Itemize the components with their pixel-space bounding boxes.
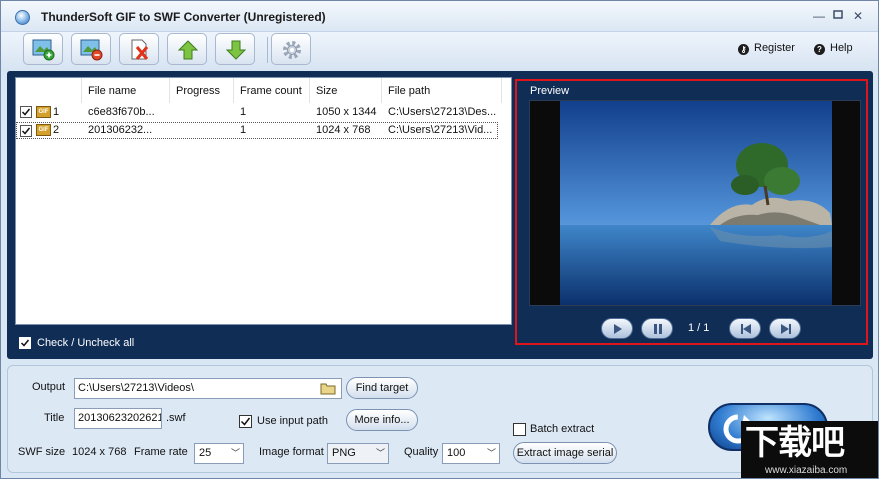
preview-label: Preview xyxy=(530,85,570,97)
use-input-path-checkbox[interactable] xyxy=(239,415,252,428)
minimize-icon[interactable]: — xyxy=(811,9,827,23)
watermark-text: 下载吧 xyxy=(745,423,845,463)
row-checkbox[interactable] xyxy=(20,125,32,137)
row-file-path: C:\Users\27213\Des... xyxy=(388,106,497,118)
remove-file-button[interactable] xyxy=(71,33,111,65)
toolbar: ⚷ Register ? Help xyxy=(1,32,878,72)
register-link[interactable]: ⚷ Register xyxy=(738,42,795,55)
gif-file-icon: GIF xyxy=(36,124,51,136)
output-path-field[interactable]: C:\Users\27213\Videos\ xyxy=(74,378,342,399)
check-all-label: Check / Uncheck all xyxy=(37,337,135,349)
row-checkbox[interactable] xyxy=(20,106,32,118)
gear-icon xyxy=(283,41,301,59)
table-row[interactable]: GIF 2 201306232... 1 1024 x 768 C:\Users… xyxy=(16,122,498,139)
title-label: Title xyxy=(44,412,65,424)
image-format-value: PNG xyxy=(332,447,356,459)
file-list[interactable]: File name Progress Frame count Size File… xyxy=(15,77,512,325)
help-link[interactable]: ? Help xyxy=(814,42,853,55)
add-file-button[interactable] xyxy=(23,33,63,65)
quality-select[interactable]: 100 ﹀ xyxy=(442,443,500,464)
more-info-button[interactable]: More info... xyxy=(346,409,418,431)
batch-extract-checkbox[interactable] xyxy=(513,423,526,436)
image-format-label: Image format xyxy=(259,446,324,458)
use-input-path-label: Use input path xyxy=(257,415,328,427)
title-bar: ThunderSoft GIF to SWF Converter (Unregi… xyxy=(1,1,878,32)
next-frame-button[interactable] xyxy=(769,318,801,339)
move-down-icon xyxy=(225,40,247,60)
clear-list-icon xyxy=(131,39,149,60)
extract-image-serial-button[interactable]: Extract image serial xyxy=(513,442,617,464)
help-label: Help xyxy=(830,42,853,54)
play-icon xyxy=(614,324,622,334)
app-icon xyxy=(15,10,30,25)
frame-rate-value: 25 xyxy=(199,447,212,459)
row-file-name: c6e83f670b... xyxy=(88,106,155,118)
play-button[interactable] xyxy=(601,318,633,339)
preview-image xyxy=(529,100,861,306)
close-icon[interactable]: ✕ xyxy=(850,9,866,23)
row-file-name: 201306232... xyxy=(88,124,153,136)
check-all-checkbox[interactable] xyxy=(19,337,31,349)
column-header-file-path[interactable]: File path xyxy=(382,78,502,103)
app-window: ThunderSoft GIF to SWF Converter (Unregi… xyxy=(0,0,879,479)
find-target-button[interactable]: Find target xyxy=(346,377,418,399)
previous-frame-icon xyxy=(741,324,751,334)
quality-label: Quality xyxy=(404,446,439,458)
row-file-path: C:\Users\27213\Vid... xyxy=(388,124,493,136)
preview-panel: Preview 1 / 1 xyxy=(515,79,868,345)
clear-list-button[interactable] xyxy=(119,33,159,65)
remove-image-icon xyxy=(80,39,103,61)
swf-size-label: SWF size xyxy=(18,446,66,458)
table-row[interactable]: GIF 1 c6e83f670b... 1 1050 x 1344 C:\Use… xyxy=(16,104,498,121)
row-index: 1 xyxy=(53,106,60,118)
folder-icon[interactable] xyxy=(320,381,336,395)
column-header-progress[interactable]: Progress xyxy=(170,78,234,103)
previous-frame-button[interactable] xyxy=(729,318,761,339)
chevron-down-icon: ﹀ xyxy=(375,448,385,458)
move-up-icon xyxy=(177,40,199,60)
key-icon: ⚷ xyxy=(738,44,749,55)
chevron-down-icon: ﹀ xyxy=(486,448,496,458)
title-extension: .swf xyxy=(166,412,186,424)
row-frame-count: 1 xyxy=(240,124,247,136)
row-frame-count: 1 xyxy=(240,106,247,118)
toolbar-separator xyxy=(267,37,268,63)
watermark-logo: 下载吧 www.xiazaiba.com xyxy=(741,421,878,478)
chevron-down-icon: ﹀ xyxy=(230,448,240,458)
column-header-file-name[interactable]: File name xyxy=(82,78,170,103)
title-field[interactable]: 20130623202621 xyxy=(74,408,162,429)
pause-button[interactable] xyxy=(641,318,673,339)
row-index: 2 xyxy=(53,124,60,136)
next-frame-icon xyxy=(781,324,791,334)
column-header-size[interactable]: Size xyxy=(310,78,382,103)
maximize-icon[interactable] xyxy=(830,9,846,23)
column-header-check xyxy=(16,78,82,103)
watermark-url: www.xiazaiba.com xyxy=(765,465,848,476)
image-format-select[interactable]: PNG ﹀ xyxy=(327,443,389,464)
main-panel: File name Progress Frame count Size File… xyxy=(7,71,873,359)
add-image-icon xyxy=(32,39,55,61)
quality-value: 100 xyxy=(447,447,466,459)
gif-file-icon: GIF xyxy=(36,106,51,118)
swf-size-value: 1024 x 768 xyxy=(72,446,127,458)
register-label: Register xyxy=(754,42,795,54)
output-label: Output xyxy=(32,381,66,393)
window-title: ThunderSoft GIF to SWF Converter (Unregi… xyxy=(41,10,326,24)
move-up-button[interactable] xyxy=(167,33,207,65)
move-down-button[interactable] xyxy=(215,33,255,65)
frame-rate-label: Frame rate xyxy=(134,446,188,458)
pause-icon xyxy=(654,324,662,334)
help-icon: ? xyxy=(814,44,825,55)
frame-rate-select[interactable]: 25 ﹀ xyxy=(194,443,244,464)
row-size: 1050 x 1344 xyxy=(316,106,377,118)
row-size: 1024 x 768 xyxy=(316,124,371,136)
settings-button[interactable] xyxy=(271,33,311,65)
batch-extract-label: Batch extract xyxy=(530,423,595,435)
column-header-frame-count[interactable]: Frame count xyxy=(234,78,310,103)
frame-counter: 1 / 1 xyxy=(688,322,710,334)
